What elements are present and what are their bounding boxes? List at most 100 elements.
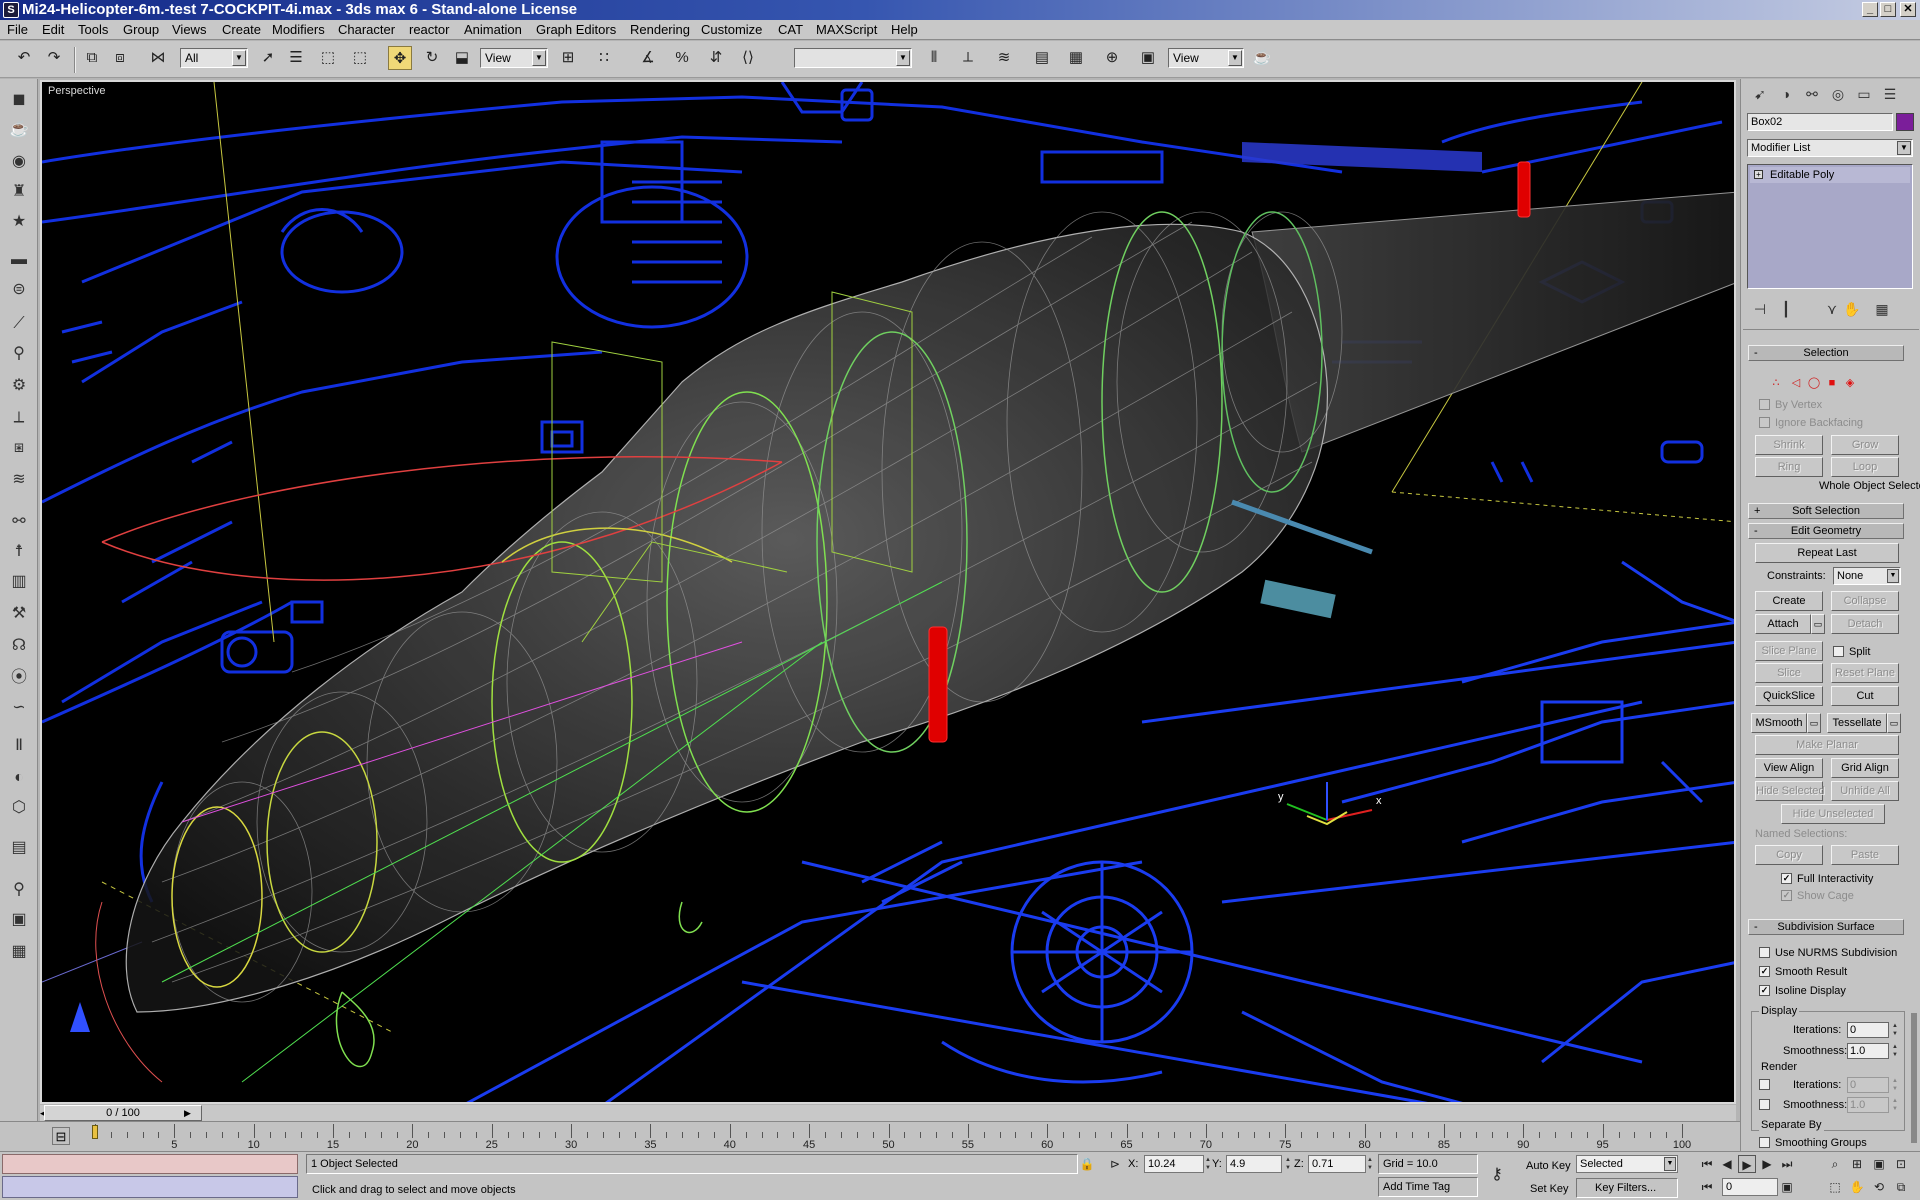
select-by-name-icon[interactable]: ☰ xyxy=(284,46,308,70)
configure-modifier-sets-icon[interactable]: ▦ xyxy=(1871,299,1893,319)
minimize-button[interactable]: _ xyxy=(1862,2,1878,17)
spinner-arrows-icon[interactable]: ▲ ▼ xyxy=(1891,1022,1899,1038)
key-icon[interactable]: ⚷ xyxy=(1488,1166,1506,1184)
selection-filter-dropdown[interactable]: All ▼ xyxy=(180,48,248,68)
modify-tab-icon[interactable]: ◑ xyxy=(1775,84,1797,104)
current-frame-marker[interactable] xyxy=(92,1125,98,1139)
create-box-icon[interactable]: ◼ xyxy=(6,87,32,113)
wave-icon[interactable]: ≋ xyxy=(6,467,32,493)
menu-group[interactable]: Group xyxy=(123,22,159,38)
attach-list-icon[interactable]: ▭ xyxy=(1811,614,1825,634)
bone-icon[interactable]: ⚯ xyxy=(6,509,32,535)
smooth-result-checkbox[interactable]: ✓ xyxy=(1759,966,1770,977)
open-mini-curve-editor-icon[interactable]: ⊟ xyxy=(52,1127,70,1145)
hide-selected-button[interactable]: Hide Selected xyxy=(1755,781,1825,801)
menu-reactor[interactable]: reactor xyxy=(409,22,449,38)
toy-car-icon[interactable]: ◐ xyxy=(6,765,32,791)
field-of-view-icon[interactable]: ⬚ xyxy=(1826,1178,1844,1196)
grid-align-button[interactable]: Grid Align xyxy=(1831,758,1899,778)
render-smoothness-spinner[interactable]: 1.0 xyxy=(1847,1097,1889,1113)
spinner-snap-icon[interactable]: ⇵ xyxy=(704,46,728,70)
3ds-max-icon[interactable]: S xyxy=(3,2,19,18)
spinner-arrows-icon[interactable]: ▲ ▼ xyxy=(1204,1156,1212,1172)
make-planar-button[interactable]: Make Planar xyxy=(1755,735,1899,755)
close-button[interactable]: ✕ xyxy=(1900,2,1916,17)
lamp-icon[interactable]: ♜ xyxy=(6,179,32,205)
modifier-stack[interactable]: + Editable Poly xyxy=(1747,164,1913,289)
edge-icon[interactable]: ◁ xyxy=(1789,376,1803,390)
expand-icon[interactable]: + xyxy=(1754,170,1763,179)
bend-icon[interactable]: ⟋ xyxy=(6,311,32,337)
slice-button[interactable]: Slice xyxy=(1755,663,1823,683)
view-align-button[interactable]: View Align xyxy=(1755,758,1823,778)
edit-geometry-rollout-header[interactable]: - Edit Geometry xyxy=(1748,523,1904,539)
menu-graph-editors[interactable]: Graph Editors xyxy=(536,22,616,38)
physique-icon[interactable]: ☊ xyxy=(6,633,32,659)
maximize-button[interactable]: □ xyxy=(1880,2,1896,17)
menu-cat[interactable]: CAT xyxy=(778,22,803,38)
display-tab-icon[interactable]: ▭ xyxy=(1853,84,1875,104)
full-interactivity-checkbox[interactable]: ✓ xyxy=(1781,873,1792,884)
spring-icon[interactable]: Ⅱ xyxy=(6,733,32,759)
motion-tab-icon[interactable]: ◎ xyxy=(1827,84,1849,104)
z-coordinate-field[interactable]: 0.71 xyxy=(1308,1155,1366,1173)
select-and-scale-icon[interactable]: ⬓ xyxy=(450,46,474,70)
curve-editor-icon[interactable]: ▤ xyxy=(1030,46,1054,70)
render-type-dropdown[interactable]: View ▼ xyxy=(1168,48,1244,68)
go-to-start-icon[interactable]: ⏮ xyxy=(1698,1155,1716,1173)
select-and-move-icon[interactable]: ✥ xyxy=(388,46,412,70)
redo-icon[interactable]: ↷ xyxy=(42,46,66,70)
render-scene-icon[interactable]: ▣ xyxy=(1136,46,1160,70)
align-icon[interactable]: ⟂ xyxy=(956,46,980,70)
menu-views[interactable]: Views xyxy=(172,22,206,38)
play-icon[interactable]: ▶ xyxy=(1738,1155,1756,1173)
create-button[interactable]: Create xyxy=(1755,591,1823,611)
quick-render-icon[interactable]: ☕ xyxy=(1250,46,1274,70)
spinner-arrows-icon[interactable]: ▲ ▼ xyxy=(1891,1077,1899,1093)
render-iterations-checkbox[interactable] xyxy=(1759,1079,1770,1090)
quickslice-button[interactable]: QuickSlice xyxy=(1755,686,1823,706)
reactor-icon[interactable]: ⦿ xyxy=(6,665,32,691)
remove-modifier-icon[interactable]: ✋ xyxy=(1841,299,1863,319)
previous-frame-icon[interactable]: ◀ xyxy=(1718,1155,1736,1173)
tessellate-button[interactable]: Tessellate xyxy=(1827,713,1887,733)
material-editor-icon[interactable]: ⊕ xyxy=(1100,46,1124,70)
key-filters-button[interactable]: Key Filters... xyxy=(1576,1178,1678,1198)
collapse-button[interactable]: Collapse xyxy=(1831,591,1899,611)
create-tab-icon[interactable]: ➹ xyxy=(1749,84,1771,104)
snap-toggle-icon[interactable]: ∷ xyxy=(592,46,616,70)
show-cage-checkbox[interactable]: ✓ xyxy=(1781,890,1792,901)
attach-button[interactable]: Attach xyxy=(1755,614,1811,634)
schematic-view-icon[interactable]: ▦ xyxy=(1064,46,1088,70)
isoline-display-checkbox[interactable]: ✓ xyxy=(1759,985,1770,996)
track-bar[interactable]: ⊟ 5 10 15 20 25 30 35 40 45 50 55 60 65 70 75 80 85 90 95 1… xyxy=(0,1121,1740,1151)
constraints-dropdown[interactable]: None ▼ xyxy=(1833,567,1901,585)
add-time-tag-button[interactable]: Add Time Tag xyxy=(1378,1177,1478,1197)
object-color-swatch[interactable] xyxy=(1896,113,1914,131)
skin-icon[interactable]: ▥ xyxy=(6,569,32,595)
slice-plane-button[interactable]: Slice Plane xyxy=(1755,641,1823,661)
reset-plane-button[interactable]: Reset Plane xyxy=(1831,663,1899,683)
menu-tools[interactable]: Tools xyxy=(78,22,108,38)
named-selection-dropdown[interactable]: ▼ xyxy=(794,48,912,68)
sphere-icon[interactable]: ◉ xyxy=(6,149,32,175)
time-slider[interactable]: ◀ 0 / 100 ▶ xyxy=(40,1105,1736,1121)
auto-key-button[interactable]: Auto Key xyxy=(1526,1159,1571,1173)
reference-coordinate-dropdown[interactable]: View ▼ xyxy=(480,48,548,68)
light-icon[interactable]: ⚲ xyxy=(6,877,32,903)
repeat-last-button[interactable]: Repeat Last xyxy=(1755,543,1899,563)
modifier-list-dropdown[interactable]: Modifier List ▼ xyxy=(1747,139,1913,157)
y-coordinate-field[interactable]: 4.9 xyxy=(1226,1155,1282,1173)
time-slider-thumb[interactable]: 0 / 100 xyxy=(44,1105,202,1121)
select-object-icon[interactable]: ➚ xyxy=(256,46,280,70)
spinner-arrows-icon[interactable]: ▲ ▼ xyxy=(1284,1156,1292,1172)
grow-button[interactable]: Grow xyxy=(1831,435,1899,455)
lock-icon[interactable]: 🔒 xyxy=(1078,1155,1096,1173)
unhide-all-button[interactable]: Unhide All xyxy=(1831,781,1899,801)
smoothing-groups-checkbox[interactable] xyxy=(1759,1137,1770,1148)
key-mode-toggle-icon[interactable]: ⏮ xyxy=(1698,1178,1716,1196)
edit-named-selections-icon[interactable]: ⟨⟩ xyxy=(736,46,760,70)
render-smoothness-checkbox[interactable] xyxy=(1759,1099,1770,1110)
show-end-result-icon[interactable]: ┃ xyxy=(1775,299,1797,319)
use-nurms-checkbox[interactable] xyxy=(1759,947,1770,958)
